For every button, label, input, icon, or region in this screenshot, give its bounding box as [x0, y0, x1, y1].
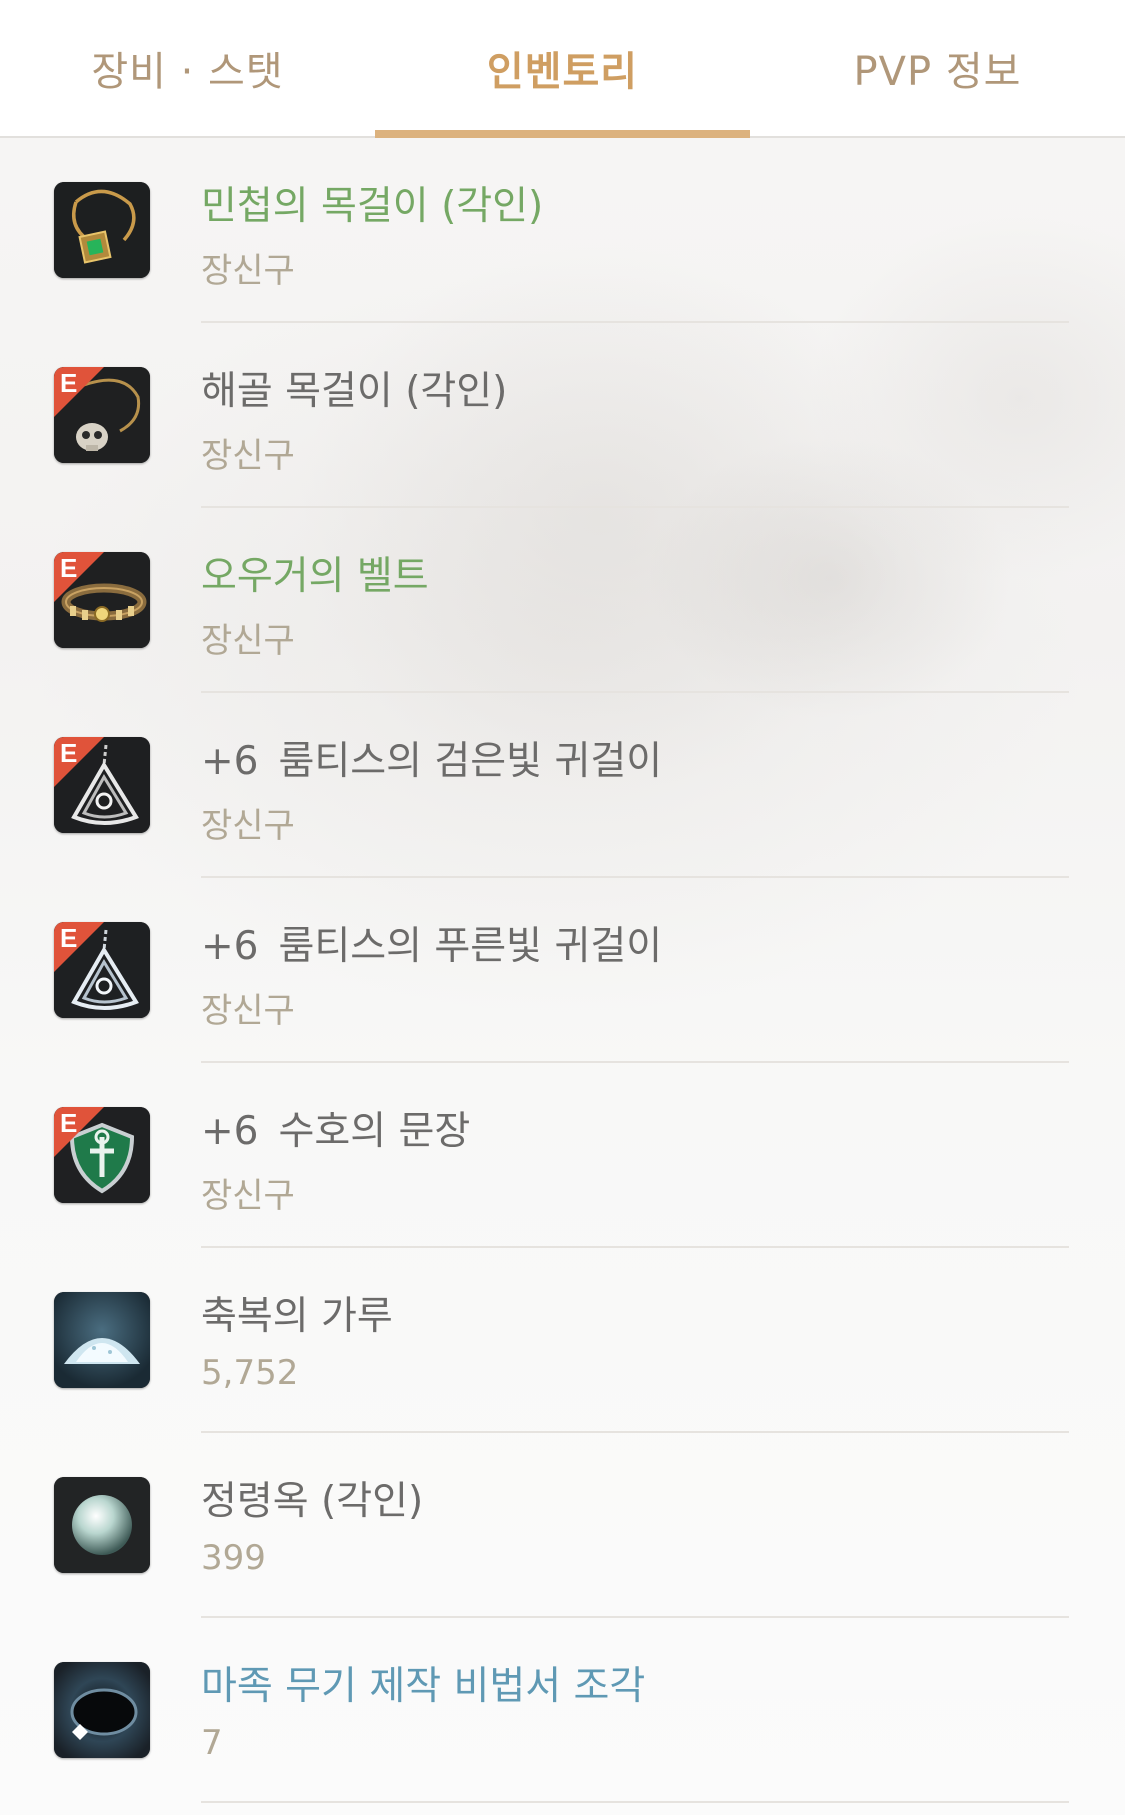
- item-category: 장신구: [201, 621, 295, 661]
- item-quantity: 5,752: [201, 1353, 299, 1393]
- tab-label: 장비 · 스탯: [91, 49, 284, 95]
- list-item[interactable]: 정령옥 (각인) 399: [0, 1433, 1125, 1618]
- tab-bar: 장비 · 스탯 인벤토리 PVP 정보: [0, 0, 1125, 138]
- skull-necklace-icon: E: [54, 367, 150, 463]
- active-tab-indicator: [375, 130, 750, 138]
- list-item[interactable]: 민첩의 목걸이 (각인) 장신구: [0, 138, 1125, 323]
- emerald-necklace-icon: [54, 182, 150, 278]
- enhanced-badge-label: E: [60, 1108, 78, 1138]
- item-quantity: 399: [201, 1538, 266, 1578]
- enhanced-badge-label: E: [60, 368, 78, 398]
- tab-equipment-stats[interactable]: 장비 · 스탯: [0, 0, 375, 136]
- item-quantity: 7: [201, 1723, 223, 1763]
- item-name: +6 룸티스의 푸른빛 귀걸이: [201, 924, 663, 969]
- tab-pvp-info[interactable]: PVP 정보: [750, 0, 1125, 136]
- item-name: 축복의 가루: [201, 1294, 393, 1339]
- enhance-level: +6: [201, 1109, 259, 1154]
- item-category: 장신구: [201, 806, 295, 846]
- powder-icon: [54, 1292, 150, 1388]
- item-name: 민첩의 목걸이 (각인): [201, 184, 544, 229]
- item-name: 정령옥 (각인): [201, 1479, 424, 1524]
- item-name: +6 수호의 문장: [201, 1109, 471, 1154]
- list-item[interactable]: E 오우거의 벨트 장신구: [0, 508, 1125, 693]
- divider: [201, 1801, 1069, 1803]
- enhance-level: +6: [201, 924, 259, 969]
- list-item[interactable]: E +6 수호의 문장 장신구: [0, 1063, 1125, 1248]
- item-name: 해골 목걸이 (각인): [201, 369, 508, 414]
- item-category: 장신구: [201, 991, 295, 1031]
- tab-label: 인벤토리: [486, 49, 639, 95]
- emblem-icon: E: [54, 1107, 150, 1203]
- enhanced-badge-label: E: [60, 923, 78, 953]
- tab-label: PVP 정보: [853, 49, 1022, 95]
- list-item[interactable]: 마족 무기 제작 비법서 조각 7: [0, 1618, 1125, 1803]
- item-category: 장신구: [201, 436, 295, 476]
- list-item[interactable]: E +6 룸티스의 검은빛 귀걸이 장신구: [0, 693, 1125, 878]
- belt-icon: E: [54, 552, 150, 648]
- item-category: 장신구: [201, 251, 295, 291]
- enhanced-badge-label: E: [60, 553, 78, 583]
- inventory-list: 민첩의 목걸이 (각인) 장신구 E 해골 목걸이 (각인) 장신구 E 오우거…: [0, 138, 1125, 1803]
- item-name: +6 룸티스의 검은빛 귀걸이: [201, 739, 663, 784]
- earring-icon: E: [54, 737, 150, 833]
- item-name: 오우거의 벨트: [201, 554, 429, 599]
- item-name: 마족 무기 제작 비법서 조각: [201, 1664, 646, 1709]
- earring-icon: E: [54, 922, 150, 1018]
- list-item[interactable]: 축복의 가루 5,752: [0, 1248, 1125, 1433]
- pearl-icon: [54, 1477, 150, 1573]
- enhanced-badge-label: E: [60, 738, 78, 768]
- scroll-fragment-icon: [54, 1662, 150, 1758]
- item-category: 장신구: [201, 1176, 295, 1216]
- enhance-level: +6: [201, 739, 259, 784]
- list-item[interactable]: E +6 룸티스의 푸른빛 귀걸이 장신구: [0, 878, 1125, 1063]
- list-item[interactable]: E 해골 목걸이 (각인) 장신구: [0, 323, 1125, 508]
- tab-inventory[interactable]: 인벤토리: [375, 0, 750, 138]
